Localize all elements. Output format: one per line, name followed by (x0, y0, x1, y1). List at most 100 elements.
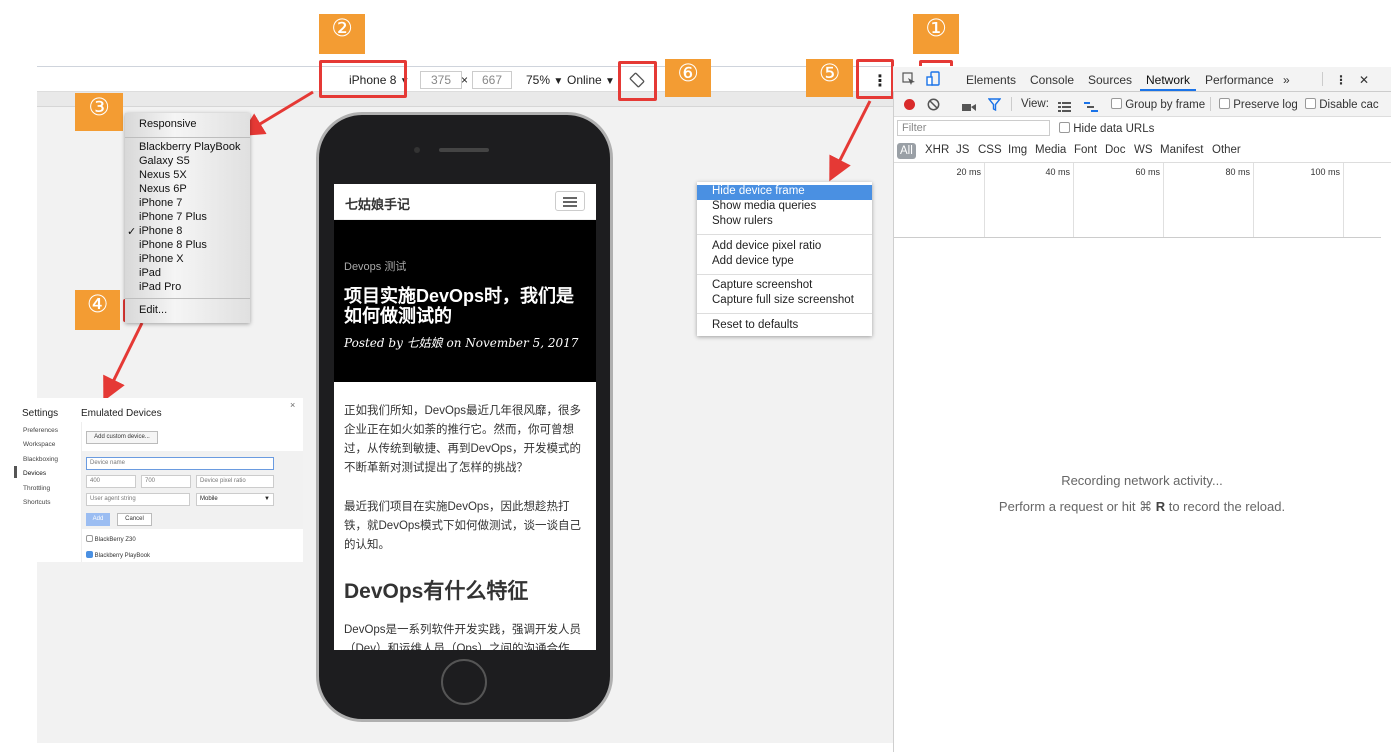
cancel-button[interactable]: Cancel (117, 513, 152, 526)
filter-input[interactable]: Filter (897, 120, 1050, 136)
device-pixel-ratio-field[interactable]: Device pixel ratio (196, 475, 274, 488)
post-title: 项目实施DevOps时，我们是如何做测试的 (344, 286, 575, 326)
device-option[interactable]: Nexus 5X (139, 169, 187, 181)
clear-icon[interactable] (927, 98, 940, 111)
menu-item-show-rulers[interactable]: Show rulers (712, 215, 773, 227)
menu-item-reset-defaults[interactable]: Reset to defaults (712, 319, 798, 331)
type-filter-doc[interactable]: Doc (1105, 144, 1125, 156)
device-option-edit[interactable]: Edit... (139, 304, 167, 316)
type-filter-media[interactable]: Media (1035, 144, 1066, 156)
reload-hint-text: Perform a request or hit ⌘ (998, 499, 1156, 514)
tab-console[interactable]: Console (1030, 73, 1074, 87)
devtools-menu-button[interactable]: ⋮ (1335, 73, 1347, 87)
settings-nav-workspace[interactable]: Workspace (23, 441, 55, 448)
paragraph: 正如我们所知，DevOps最近几年很风靡，很多企业正在如火如荼的推行它。然而，你… (344, 405, 582, 474)
tab-network[interactable]: Network (1146, 73, 1190, 87)
type-filter-ws[interactable]: WS (1134, 144, 1153, 156)
large-rows-icon[interactable] (1058, 99, 1071, 112)
divider (697, 274, 872, 275)
type-filter-css[interactable]: CSS (978, 144, 1002, 156)
menu-item-capture-screenshot[interactable]: Capture screenshot (712, 279, 812, 291)
tab-performance[interactable]: Performance (1205, 73, 1274, 87)
device-option[interactable]: Galaxy S5 (139, 155, 190, 167)
more-tabs-button[interactable]: » (1283, 73, 1290, 87)
group-by-frame-option[interactable]: Group by frame (1111, 98, 1205, 111)
more-options-menu: Hide device frame Show media queries Sho… (697, 182, 872, 336)
type-filter-font[interactable]: Font (1074, 144, 1097, 156)
device-toolbar-toggle-icon[interactable] (926, 71, 942, 87)
post-tag[interactable]: Devops 测试 (344, 258, 406, 274)
checkbox[interactable] (86, 535, 93, 542)
checkbox[interactable] (1111, 98, 1122, 109)
timeline-tick: 60 ms (1135, 167, 1160, 177)
type-filter-manifest[interactable]: Manifest (1160, 144, 1203, 156)
user-agent-type-select[interactable]: Mobile ▼ (196, 493, 274, 506)
device-option[interactable]: iPad (139, 267, 161, 279)
device-height-field[interactable]: 700 (141, 475, 191, 488)
reload-hint-text: to record the reload. (1165, 499, 1286, 514)
type-filter-xhr[interactable]: XHR (925, 144, 949, 156)
divider (697, 234, 872, 235)
waterfall-overview-icon[interactable] (1084, 99, 1098, 112)
menu-item-capture-full-screenshot[interactable]: Capture full size screenshot (712, 294, 854, 306)
post-hero: Devops 测试 项目实施DevOps时，我们是如何做测试的 Posted b… (334, 220, 596, 382)
device-option[interactable]: iPhone 7 (139, 197, 182, 209)
settings-nav-throttling[interactable]: Throttling (23, 485, 50, 492)
timeline-tick: 80 ms (1225, 167, 1250, 177)
inspect-element-icon[interactable] (902, 72, 916, 86)
disable-cache-option[interactable]: Disable cac (1305, 98, 1379, 111)
device-option[interactable]: Blackberry PlayBook (139, 141, 241, 153)
device-option-responsive[interactable]: Responsive (139, 118, 196, 130)
type-filter-js[interactable]: JS (956, 144, 969, 156)
device-option[interactable]: iPhone 7 Plus (139, 211, 207, 223)
add-button[interactable]: Add (86, 513, 110, 526)
device-dropdown: Responsive Blackberry PlayBook Galaxy S5… (125, 113, 250, 323)
checkbox[interactable] (1219, 98, 1230, 109)
menu-item-hide-device-frame[interactable]: Hide device frame (712, 185, 805, 197)
preserve-log-option[interactable]: Preserve log (1219, 98, 1298, 111)
settings-nav-shortcuts[interactable]: Shortcuts (23, 499, 50, 506)
active-tab-indicator (1140, 89, 1196, 91)
type-filter-all[interactable]: All (897, 143, 916, 159)
user-agent-field[interactable]: User agent string (86, 493, 190, 506)
device-option[interactable]: iPhone X (139, 253, 184, 265)
settings-nav-preferences[interactable]: Preferences (23, 427, 58, 434)
camera-icon (414, 147, 420, 153)
device-option[interactable]: Nexus 6P (139, 183, 187, 195)
device-list-item[interactable]: Blackberry PlayBook (86, 551, 150, 559)
divider (125, 137, 250, 138)
menu-item-show-media-queries[interactable]: Show media queries (712, 200, 816, 212)
menu-icon[interactable] (555, 191, 585, 211)
device-width-field[interactable]: 400 (86, 475, 136, 488)
tab-elements[interactable]: Elements (966, 73, 1016, 87)
paragraph: DevOps是一系列软件开发实践，强调开发人员（Dev）和运维人员（Ops）之间… (344, 624, 582, 650)
device-option-selected[interactable]: iPhone 8 (139, 225, 182, 237)
device-option[interactable]: iPhone 8 Plus (139, 239, 207, 251)
screenshot-camera-icon[interactable] (962, 99, 976, 111)
device-name-field[interactable]: Device name (86, 457, 274, 470)
divider (1210, 97, 1211, 111)
caret-icon: ▼ (264, 496, 270, 502)
close-devtools-button[interactable]: ✕ (1359, 73, 1369, 87)
settings-nav-devices[interactable]: Devices (23, 470, 46, 477)
device-list-label: BlackBerry Z30 (94, 537, 136, 543)
checkbox-checked[interactable] (86, 551, 93, 558)
checkbox-label: Disable cac (1319, 99, 1379, 111)
tab-sources[interactable]: Sources (1088, 73, 1132, 87)
add-custom-device-button[interactable]: Add custom device... (86, 431, 158, 444)
type-filter-img[interactable]: Img (1008, 144, 1027, 156)
menu-item-add-device-pixel-ratio[interactable]: Add device pixel ratio (712, 240, 821, 252)
filter-icon[interactable] (987, 98, 1002, 112)
device-option[interactable]: iPad Pro (139, 281, 181, 293)
close-icon[interactable]: × (290, 400, 295, 410)
settings-nav-blackboxing[interactable]: Blackboxing (23, 456, 58, 463)
checkbox[interactable] (1059, 122, 1070, 133)
hide-data-urls-option[interactable]: Hide data URLs (1059, 122, 1154, 135)
site-title[interactable]: 七姑娘手记 (345, 194, 410, 213)
checkbox[interactable] (1305, 98, 1316, 109)
emulated-devices-heading: Emulated Devices (81, 408, 162, 419)
record-icon[interactable] (904, 99, 915, 110)
device-list-item[interactable]: BlackBerry Z30 (86, 535, 136, 543)
type-filter-other[interactable]: Other (1212, 144, 1241, 156)
menu-item-add-device-type[interactable]: Add device type (712, 255, 794, 267)
